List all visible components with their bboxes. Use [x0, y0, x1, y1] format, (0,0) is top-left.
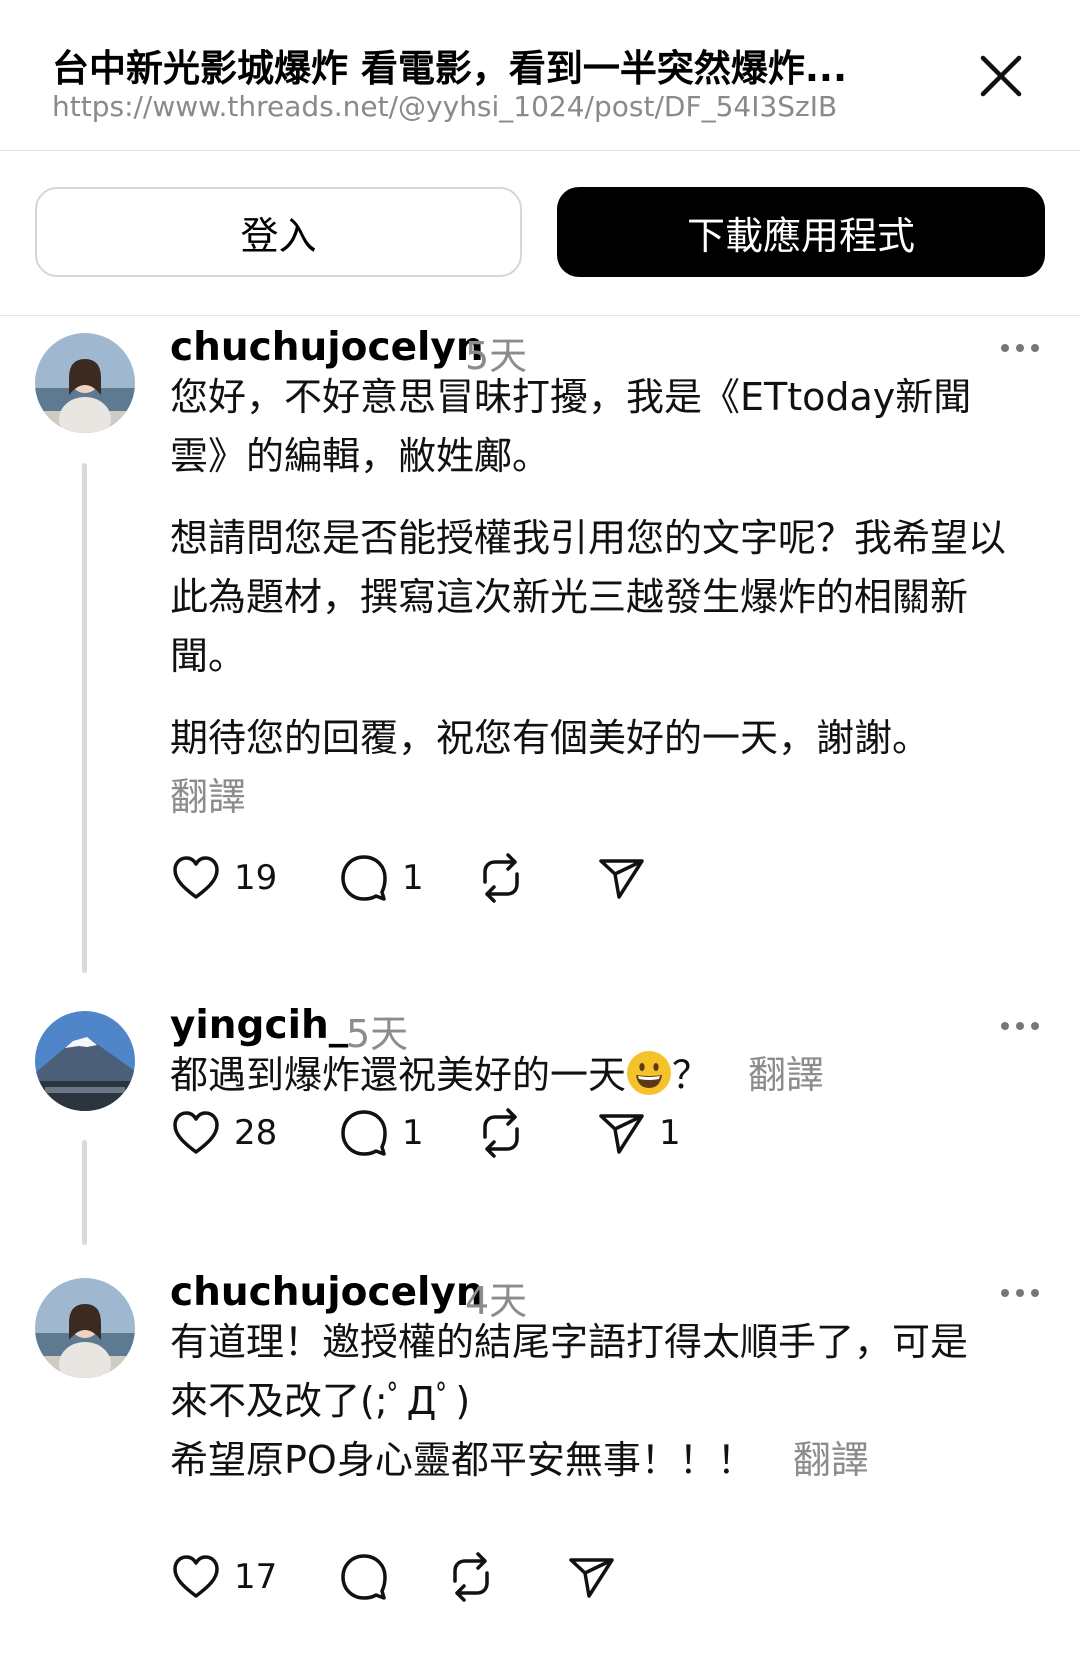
browser-header: 台中新光影城爆炸 看電影，看到一半突然爆炸... https://www.thr… — [0, 0, 1080, 151]
more-options-icon[interactable] — [995, 333, 1045, 363]
send-icon — [569, 1558, 614, 1598]
login-button[interactable]: 登入 — [35, 187, 522, 277]
heart-icon — [173, 856, 219, 899]
heart-icon — [173, 1111, 219, 1154]
reply-button[interactable] — [338, 1547, 390, 1607]
text-line: 來不及改了(;ﾟДﾟ) — [170, 1379, 471, 1423]
send-icon — [599, 1114, 644, 1154]
repost-button[interactable] — [445, 1547, 497, 1607]
post-text: 都遇到爆炸還祝美好的一天 ？ 翻譯 — [170, 1046, 1050, 1105]
like-button[interactable]: 19 — [170, 848, 277, 908]
reply-text-end: ？ — [672, 1053, 711, 1097]
paragraph: 您好，不好意思冒昧打擾，我是《ETtoday新聞雲》的編輯，敝姓鄺。 — [170, 375, 972, 478]
reply-button[interactable]: 1 — [338, 1103, 424, 1163]
more-options-icon[interactable] — [995, 1011, 1045, 1041]
repost-icon — [483, 1108, 519, 1158]
translate-link[interactable]: 翻譯 — [793, 1438, 869, 1482]
reply-button[interactable]: 1 — [338, 848, 424, 908]
username[interactable]: chuchujocelyn — [170, 325, 484, 370]
heart-icon — [173, 1555, 219, 1598]
send-icon — [599, 859, 644, 899]
reply-text: 都遇到爆炸還祝美好的一天 — [170, 1053, 627, 1097]
repost-icon — [483, 853, 519, 903]
share-button[interactable]: 1 — [595, 1103, 681, 1163]
username[interactable]: yingcih_ — [170, 1003, 348, 1048]
close-icon[interactable] — [975, 50, 1027, 102]
thread-line — [82, 1140, 87, 1245]
translate-link[interactable]: 翻譯 — [748, 1053, 824, 1097]
username[interactable]: chuchujocelyn — [170, 1270, 484, 1315]
text-line: 希望原PO身心靈都平安無事！！！ — [170, 1438, 755, 1482]
repost-button[interactable] — [475, 848, 527, 908]
grinning-face-emoji-icon — [626, 1050, 672, 1096]
post-text: 您好，不好意思冒昧打擾，我是《ETtoday新聞雲》的編輯，敝姓鄺。 想請問您是… — [170, 368, 1020, 827]
comment-icon — [341, 855, 387, 901]
like-button[interactable]: 28 — [170, 1103, 277, 1163]
avatar[interactable] — [35, 333, 135, 433]
repost-button[interactable] — [475, 1103, 527, 1163]
comment-icon — [341, 1110, 387, 1156]
translate-link[interactable]: 翻譯 — [170, 768, 1020, 827]
like-button[interactable]: 17 — [170, 1547, 277, 1607]
share-button[interactable] — [565, 1547, 617, 1607]
like-count: 19 — [234, 858, 278, 898]
like-count: 28 — [234, 1113, 278, 1153]
repost-icon — [453, 1552, 489, 1602]
thread-line — [82, 463, 87, 973]
like-count: 17 — [234, 1557, 278, 1597]
reply-count: 1 — [402, 858, 424, 898]
page-title: 台中新光影城爆炸 看電影，看到一半突然爆炸... — [52, 47, 848, 90]
paragraph: 想請問您是否能授權我引用您的文字呢？我希望以此為題材，撰寫這次新光三越發生爆炸的… — [170, 516, 1007, 678]
share-count: 1 — [659, 1113, 681, 1153]
post-text: 有道理！邀授權的結尾字語打得太順手了，可是 來不及改了(;ﾟДﾟ) 希望原PO身… — [170, 1313, 1050, 1490]
avatar[interactable] — [35, 1278, 135, 1378]
page-url: https://www.threads.net/@yyhsi_1024/post… — [52, 90, 838, 123]
paragraph: 期待您的回覆，祝您有個美好的一天，謝謝。 — [170, 716, 931, 760]
auth-bar: 登入 下載應用程式 — [0, 150, 1080, 316]
more-options-icon[interactable] — [995, 1278, 1045, 1308]
download-app-button[interactable]: 下載應用程式 — [557, 187, 1045, 277]
share-button[interactable] — [595, 848, 647, 908]
avatar[interactable] — [35, 1011, 135, 1111]
comment-icon — [341, 1554, 387, 1600]
reply-count: 1 — [402, 1113, 424, 1153]
text-line: 有道理！邀授權的結尾字語打得太順手了，可是 — [170, 1320, 969, 1364]
